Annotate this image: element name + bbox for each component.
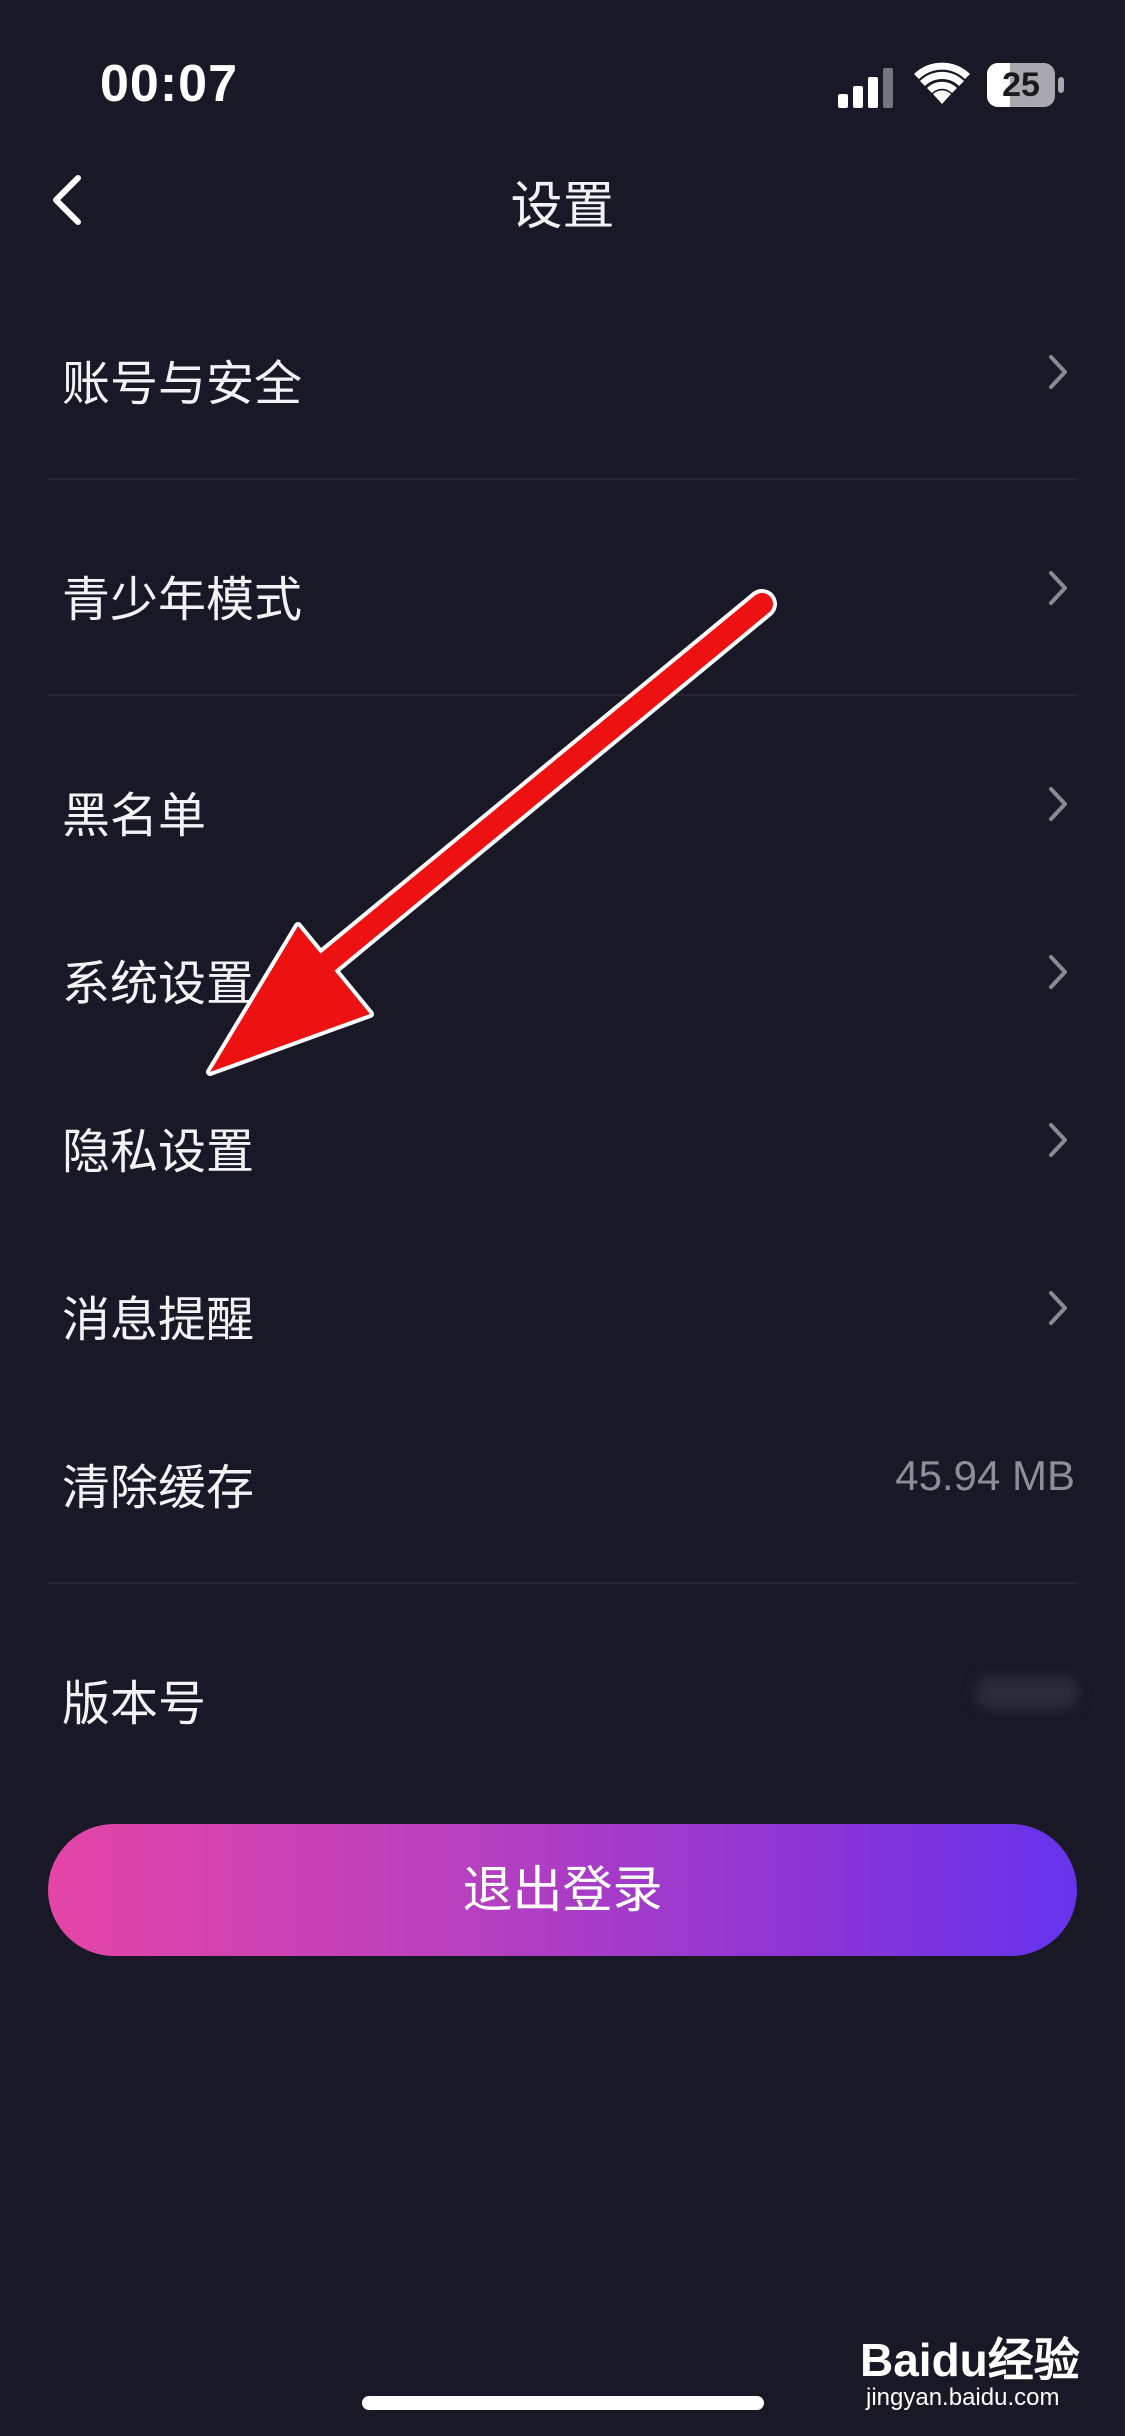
status-bar: 00:07 25 [0,0,1125,150]
chevron-right-icon [1049,955,1067,989]
settings-item-clear-cache[interactable]: 清除缓存 45.94 MB [0,1422,1125,1532]
chevron-right-icon [1049,1123,1067,1157]
page-title: 设置 [510,177,615,237]
cache-size-value: 45.94 MB [895,1452,1075,1499]
divider [48,1582,1077,1584]
settings-item-notifications[interactable]: 消息提醒 [0,1254,1125,1364]
settings-item-blacklist[interactable]: 黑名单 [0,750,1125,860]
settings-item-privacy-settings[interactable]: 隐私设置 [0,1086,1125,1196]
divider [48,694,1077,696]
settings-item-label: 清除缓存 [62,1460,255,1516]
nav-bar: 设置 [0,150,1125,250]
settings-item-account-security[interactable]: 账号与安全 [0,318,1125,428]
settings-item-version: 版本号 [0,1638,1125,1748]
status-time: 00:07 [100,55,238,113]
settings-item-label: 黑名单 [62,788,207,844]
wifi-icon [914,62,970,104]
settings-item-system-settings[interactable]: 系统设置 [0,918,1125,1028]
settings-item-label: 消息提醒 [62,1292,255,1348]
chevron-right-icon [1049,355,1067,389]
chevron-right-icon [1049,571,1067,605]
battery-level: 25 [1002,66,1040,104]
settings-item-label: 隐私设置 [62,1124,255,1180]
settings-item-label: 版本号 [62,1676,207,1732]
home-indicator[interactable] [362,2396,764,2410]
settings-item-label: 账号与安全 [62,356,303,412]
chevron-right-icon [1049,787,1067,821]
chevron-right-icon [1049,1291,1067,1325]
watermark-url: jingyan.baidu.com [866,2384,1060,2411]
settings-item-label: 青少年模式 [62,572,303,628]
divider [48,478,1077,480]
cellular-signal-icon [838,68,893,108]
logout-button[interactable]: 退出登录 [48,1824,1077,1956]
version-value-blurred [975,1676,1079,1710]
settings-item-teen-mode[interactable]: 青少年模式 [0,534,1125,644]
watermark-logo-text: Baidu经验 [860,2334,1080,2386]
baidu-watermark: Baidu经验 jingyan.baidu.com [860,2310,1090,2420]
settings-item-label: 系统设置 [62,956,255,1012]
